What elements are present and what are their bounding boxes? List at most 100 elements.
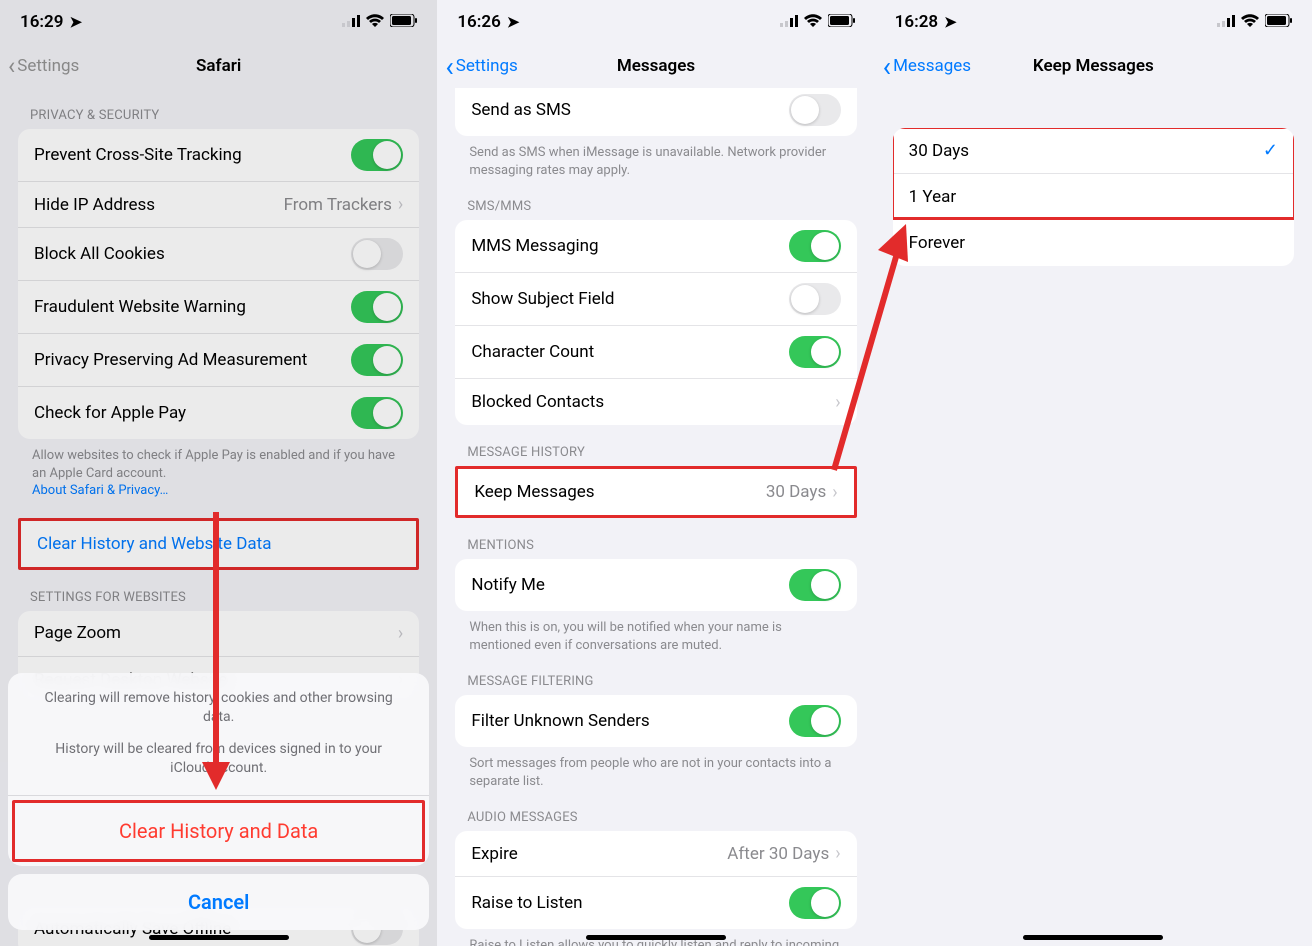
row-keep-messages[interactable]: Keep Messages 30 Days› [458,469,853,515]
label: Hide IP Address [34,195,155,215]
option-forever[interactable]: Forever [893,220,1294,266]
row-notify[interactable]: Notify Me [455,559,856,611]
row-clear-history[interactable]: Clear History and Website Data [21,521,416,567]
section-header-websites: SETTINGS FOR WEBSITES [18,570,419,611]
location-icon: ➤ [507,13,520,31]
page-title: Keep Messages [1033,56,1154,76]
chevron-left-icon: ‹ [8,52,15,80]
option-1-year[interactable]: 1 Year [893,174,1294,220]
chevron-right-icon: › [398,194,403,215]
toggle[interactable] [351,397,403,429]
label: Expire [471,844,517,864]
toggle[interactable] [351,291,403,323]
location-icon: ➤ [69,13,82,31]
status-bar: 16:29 ➤ [0,0,437,44]
chevron-right-icon: › [398,623,403,644]
battery-icon [390,12,417,32]
label: Character Count [471,342,594,362]
settings-group-privacy: Prevent Cross-Site Tracking Hide IP Addr… [18,129,419,439]
toggle[interactable] [789,94,841,126]
status-time: 16:29 [20,12,63,32]
toggle[interactable] [789,569,841,601]
status-time: 16:28 [895,12,938,32]
row-block-cookies[interactable]: Block All Cookies [18,228,419,281]
screen-messages: 16:26 ➤ ‹ Settings Messages [437,0,874,946]
toggle[interactable] [789,336,841,368]
detail-value: 30 Days [766,482,826,502]
row-apple-pay[interactable]: Check for Apple Pay [18,387,419,439]
chevron-right-icon: › [835,392,840,413]
row-hide-ip[interactable]: Hide IP Address From Trackers › [18,182,419,228]
settings-group-sendsms: Send as SMS [455,88,856,136]
row-expire[interactable]: Expire After 30 Days› [455,831,856,877]
row-page-zoom[interactable]: Page Zoom › [18,611,419,657]
chevron-left-icon: ‹ [883,50,891,83]
chevron-right-icon: › [835,843,840,864]
nav-bar: ‹ Settings Safari [0,44,437,88]
highlight-clear-history: Clear History and Website Data [18,518,419,570]
settings-group-sms: MMS Messaging Show Subject Field Charact… [455,220,856,425]
row-send-sms[interactable]: Send as SMS [455,88,856,136]
row-subject[interactable]: Show Subject Field [455,273,856,326]
highlight-keep-messages: Keep Messages 30 Days› [455,466,856,518]
option-30-days[interactable]: 30 Days ✓ [893,128,1294,174]
label: Prevent Cross-Site Tracking [34,145,242,165]
toggle[interactable] [789,283,841,315]
label: Privacy Preserving Ad Measurement [34,350,307,370]
section-header-sms: SMS/MMS [455,179,856,220]
status-time: 16:26 [457,12,500,32]
label: Notify Me [471,575,545,595]
home-indicator[interactable] [1023,935,1163,940]
back-button[interactable]: ‹ Settings [445,50,518,83]
wifi-icon [804,12,822,32]
row-charcount[interactable]: Character Count [455,326,856,379]
row-mms[interactable]: MMS Messaging [455,220,856,273]
label: Keep Messages [474,482,594,502]
row-fraud-warning[interactable]: Fraudulent Website Warning [18,281,419,334]
back-button[interactable]: ‹ Messages [883,50,971,83]
back-button[interactable]: ‹ Settings [8,52,79,80]
signal-icon [780,12,798,32]
sheet-clear-button[interactable]: Clear History and Data [15,803,422,859]
detail-value: From Trackers [284,195,392,215]
section-header-audio: AUDIO MESSAGES [455,790,856,831]
row-prevent-tracking[interactable]: Prevent Cross-Site Tracking [18,129,419,182]
keep-options-group: 30 Days ✓ 1 Year Forever [893,128,1294,266]
back-label: Messages [893,56,971,76]
chevron-left-icon: ‹ [445,50,453,83]
toggle[interactable] [789,705,841,737]
row-blocked[interactable]: Blocked Contacts › [455,379,856,425]
row-filter[interactable]: Filter Unknown Senders [455,695,856,747]
toggle[interactable] [351,139,403,171]
signal-icon [342,12,360,32]
page-title: Messages [617,56,695,76]
location-icon: ➤ [944,13,957,31]
section-header-privacy: PRIVACY & SECURITY [18,88,419,129]
signal-icon [1217,12,1235,32]
home-indicator[interactable] [149,935,289,940]
row-privacy-ad[interactable]: Privacy Preserving Ad Measurement [18,334,419,387]
footer-text: Sort messages from people who are not in… [455,747,856,790]
battery-icon [828,12,855,32]
about-privacy-link[interactable]: About Safari & Privacy… [32,483,168,498]
label: Raise to Listen [471,893,582,913]
sheet-cancel-button[interactable]: Cancel [8,874,429,930]
home-indicator[interactable] [586,935,726,940]
checkmark-icon: ✓ [1263,140,1278,161]
screen-keep-messages: 16:28 ➤ ‹ Messages Keep Messages [875,0,1312,946]
label: Clear History and Website Data [37,534,271,554]
toggle[interactable] [789,887,841,919]
row-raise[interactable]: Raise to Listen [455,877,856,929]
battery-icon [1265,12,1292,32]
page-title: Safari [196,56,241,76]
toggle[interactable] [351,344,403,376]
toggle[interactable] [351,238,403,270]
label: Send as SMS [471,100,571,120]
footer-text: When this is on, you will be notified wh… [455,611,856,654]
status-bar: 16:28 ➤ [875,0,1312,44]
wifi-icon [366,12,384,32]
section-header-mentions: MENTIONS [455,518,856,559]
label: Fraudulent Website Warning [34,297,246,317]
toggle[interactable] [789,230,841,262]
back-label: Settings [17,56,79,76]
